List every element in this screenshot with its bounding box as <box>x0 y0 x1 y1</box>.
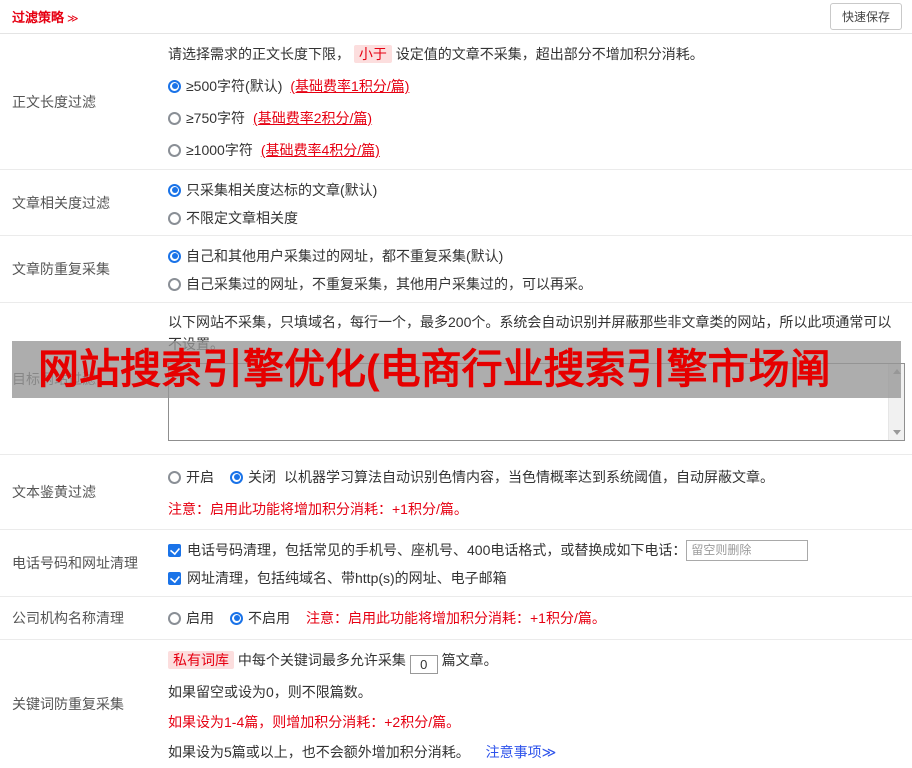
notice-link[interactable]: 注意事项≫ <box>486 744 557 760</box>
row-porn-filter: 文本鉴黄过滤 开启 关闭 以机器学习算法自动识别色情内容，当色情概率达到系统阈值… <box>0 455 912 530</box>
keyword-note-fee: 如果设为1-4篇，则增加积分消耗：+2积分/篇。 <box>168 714 461 730</box>
row-label-phone-url: 电话号码和网址清理 <box>12 555 138 571</box>
keyword-note-five: 如果设为5篇或以上，也不会额外增加积分消耗。 <box>168 744 470 760</box>
row-site-blacklist: 目标网站过滤 以下网站不采集，只填域名，每行一个，最多200个。系统会自动识别并… <box>0 303 912 455</box>
radio-relevance-strict-icon[interactable] <box>168 183 181 197</box>
row-label-dedup: 文章防重复采集 <box>12 261 110 277</box>
private-lexicon-link[interactable]: 私有词库 <box>168 651 234 669</box>
fee-note-750: (基础费率2积分/篇) <box>253 110 373 126</box>
topbar: 过滤策略 ≫ 快速保存 <box>0 0 912 34</box>
radio-porn-on-icon[interactable] <box>168 470 181 484</box>
length-option-1000[interactable]: ≥1000字符 (基础费率4积分/篇) <box>168 140 905 160</box>
row-body-length-filter: 正文长度过滤 请选择需求的正文长度下限， 小于 设定值的文章不采集，超出部分不增… <box>0 34 912 170</box>
fee-note-500: (基础费率1积分/篇) <box>290 78 410 94</box>
row-label-porn-filter: 文本鉴黄过滤 <box>12 484 96 500</box>
length-option-500[interactable]: ≥500字符(默认) (基础费率1积分/篇) <box>168 76 905 96</box>
radio-porn-off-icon[interactable] <box>230 470 243 484</box>
relevance-option-strict[interactable]: 只采集相关度达标的文章(默认) <box>168 180 905 200</box>
fee-note-1000: (基础费率4积分/篇) <box>260 142 380 158</box>
row-company-clean: 公司机构名称清理 启用 不启用 注意：启用此功能将增加积分消耗：+1积分/篇。 <box>0 597 912 640</box>
radio-relevance-any-icon[interactable] <box>168 211 181 225</box>
less-than-tag: 小于 <box>353 45 392 63</box>
page-title-text: 过滤策略 <box>12 10 65 25</box>
company-fee-note: 注意：启用此功能将增加积分消耗：+1积分/篇。 <box>306 610 606 626</box>
page-title[interactable]: 过滤策略 ≫ <box>12 7 79 26</box>
phone-clean-label: 电话号码清理，包括常见的手机号、座机号、400电话格式，或替换成如下电话： <box>187 542 687 558</box>
row-dedup-collect: 文章防重复采集 自己和其他用户采集过的网址，都不重复采集(默认) 自己采集过的网… <box>0 236 912 303</box>
row-label-body-length: 正文长度过滤 <box>12 93 96 110</box>
keyword-note-zero: 如果留空或设为0，则不限篇数。 <box>168 684 372 700</box>
porn-off-label[interactable]: 关闭 <box>248 467 276 487</box>
row-relevance-filter: 文章相关度过滤 只采集相关度达标的文章(默认) 不限定文章相关度 <box>0 170 912 236</box>
length-option-750[interactable]: ≥750字符 (基础费率2积分/篇) <box>168 108 905 128</box>
chevron-down-icon: ≫ <box>67 13 79 25</box>
porn-on-label[interactable]: 开启 <box>186 467 214 487</box>
radio-500-icon[interactable] <box>168 79 181 93</box>
row-label-company-clean: 公司机构名称清理 <box>12 610 124 626</box>
keyword-count-input[interactable] <box>409 655 438 674</box>
relevance-option-any[interactable]: 不限定文章相关度 <box>168 208 905 228</box>
company-off-label[interactable]: 不启用 <box>248 608 290 628</box>
radio-company-on-icon[interactable] <box>168 611 181 625</box>
dedup-option-self[interactable]: 自己采集过的网址，不重复采集，其他用户采集过的，可以再采。 <box>168 274 905 294</box>
row-phone-url-clean: 电话号码和网址清理 电话号码清理，包括常见的手机号、座机号、400电话格式，或替… <box>0 530 912 597</box>
dedup-option-global[interactable]: 自己和其他用户采集过的网址，都不重复采集(默认) <box>168 246 905 266</box>
replace-phone-input[interactable] <box>686 539 809 561</box>
url-clean-label: 网址清理，包括纯域名、带http(s)的网址、电子邮箱 <box>187 570 507 586</box>
checkbox-phone-clean-icon[interactable] <box>168 543 181 557</box>
company-on-label[interactable]: 启用 <box>186 608 214 628</box>
overlay-marquee: 网站搜索引擎优化(电商行业搜索引擎市场阐 <box>12 341 901 398</box>
scroll-down-icon[interactable] <box>889 425 905 440</box>
row-label-keyword-dedup: 关键词防重复采集 <box>12 696 124 712</box>
radio-company-off-icon[interactable] <box>230 611 243 625</box>
radio-750-icon[interactable] <box>168 111 181 125</box>
checkbox-url-clean-icon[interactable] <box>168 571 181 585</box>
row-keyword-dedup: 关键词防重复采集 私有词库 中每个关键词最多允许采集 篇文章。 如果留空或设为0… <box>0 640 912 768</box>
radio-dedup-self-icon[interactable] <box>168 277 181 291</box>
radio-dedup-global-icon[interactable] <box>168 249 181 263</box>
radio-1000-icon[interactable] <box>168 143 181 157</box>
porn-desc: 以机器学习算法自动识别色情内容，当色情概率达到系统阈值，自动屏蔽文章。 <box>284 469 774 485</box>
porn-fee-note: 注意：启用此功能将增加积分消耗：+1积分/篇。 <box>168 501 468 517</box>
row-label-relevance: 文章相关度过滤 <box>12 194 110 211</box>
quick-save-button[interactable]: 快速保存 <box>829 3 902 30</box>
body-length-intro: 请选择需求的正文长度下限， 小于 设定值的文章不采集，超出部分不增加积分消耗。 <box>168 45 704 63</box>
